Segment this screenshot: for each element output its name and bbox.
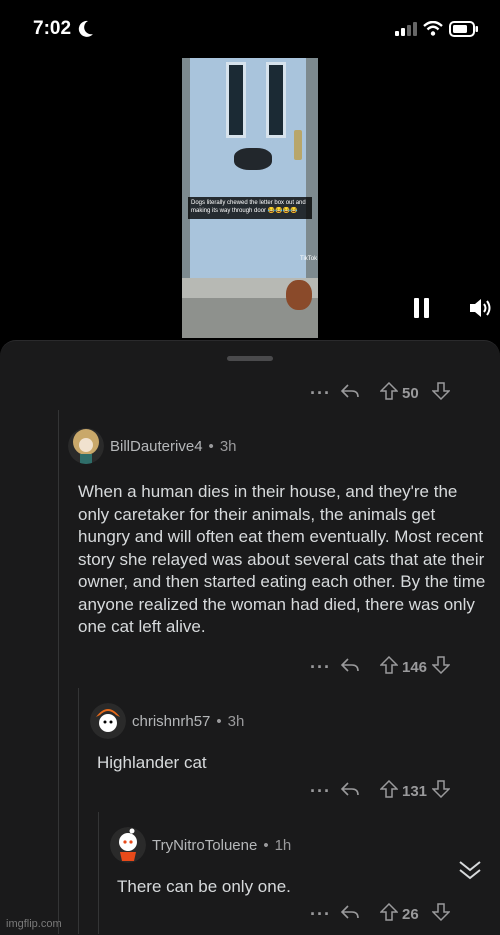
dog-ornament bbox=[286, 280, 312, 310]
vote-count: 50 bbox=[402, 384, 419, 402]
downvote-icon[interactable] bbox=[431, 780, 451, 802]
avatar[interactable] bbox=[110, 827, 146, 863]
tiktok-watermark: TikTok bbox=[300, 256, 318, 262]
avatar[interactable] bbox=[68, 428, 104, 464]
imgflip-watermark: imgflip.com bbox=[6, 918, 62, 930]
comment-header: chrishnrh57 • 3h bbox=[90, 703, 244, 739]
reply-icon[interactable] bbox=[340, 781, 380, 801]
separator-dot: • bbox=[263, 836, 269, 854]
upvote-icon[interactable] bbox=[379, 655, 402, 678]
door-image bbox=[190, 58, 306, 278]
video-caption: Dogs literally chewed the letter box out… bbox=[188, 197, 312, 219]
downvote-icon[interactable] bbox=[431, 903, 451, 925]
battery-icon bbox=[449, 21, 478, 37]
comment-author[interactable]: chrishnrh57 bbox=[132, 713, 210, 730]
status-time: 7:02 bbox=[33, 18, 72, 39]
separator-dot: • bbox=[216, 712, 222, 730]
vote-count: 131 bbox=[402, 782, 428, 800]
thread-line[interactable] bbox=[58, 410, 59, 934]
reply-icon[interactable] bbox=[340, 904, 380, 924]
chevron-down-icon[interactable] bbox=[456, 856, 484, 884]
comment-body: Highlander cat bbox=[97, 753, 207, 772]
upvote-icon[interactable] bbox=[379, 779, 402, 802]
comment-body: There can be only one. bbox=[117, 877, 291, 896]
wifi-icon bbox=[423, 21, 443, 36]
more-options-button[interactable]: ··· bbox=[310, 657, 340, 678]
comment-actions: ··· 131 bbox=[310, 779, 451, 802]
reply-icon[interactable] bbox=[340, 383, 380, 403]
signal-icon bbox=[395, 22, 417, 36]
comment-author[interactable]: BillDauterive4 bbox=[110, 438, 203, 455]
downvote-icon[interactable] bbox=[431, 656, 451, 678]
more-options-button[interactable]: ··· bbox=[310, 383, 340, 404]
vote-count: 146 bbox=[402, 658, 428, 676]
moon-icon bbox=[78, 20, 93, 37]
comment-body: When a human dies in their house, and th… bbox=[78, 482, 486, 636]
more-options-button[interactable]: ··· bbox=[310, 781, 340, 802]
video-player[interactable]: Dogs literally chewed the letter box out… bbox=[182, 58, 318, 338]
thread-line[interactable] bbox=[78, 688, 79, 934]
comment-actions: ··· 50 bbox=[310, 381, 451, 404]
comment-header: TryNitroToluene • 1h bbox=[110, 827, 291, 863]
comment-author[interactable]: TryNitroToluene bbox=[152, 837, 257, 854]
comment-age: 1h bbox=[274, 836, 292, 854]
thread-line[interactable] bbox=[98, 812, 99, 934]
vote-count: 26 bbox=[402, 905, 419, 923]
sheet-grabber[interactable] bbox=[227, 356, 273, 361]
comment-age: 3h bbox=[219, 437, 237, 455]
comment-actions: ··· 146 bbox=[310, 655, 451, 678]
separator-dot: • bbox=[208, 437, 214, 455]
reply-icon[interactable] bbox=[340, 657, 380, 677]
volume-icon[interactable] bbox=[468, 296, 494, 320]
avatar[interactable] bbox=[90, 703, 126, 739]
comment-actions: ··· 26 bbox=[310, 902, 451, 925]
more-options-button[interactable]: ··· bbox=[310, 904, 340, 925]
comment-header: BillDauterive4 • 3h bbox=[68, 428, 237, 464]
upvote-icon[interactable] bbox=[379, 381, 402, 404]
pause-icon[interactable] bbox=[412, 297, 432, 319]
comment-age: 3h bbox=[227, 712, 245, 730]
upvote-icon[interactable] bbox=[379, 902, 402, 925]
downvote-icon[interactable] bbox=[431, 382, 451, 404]
